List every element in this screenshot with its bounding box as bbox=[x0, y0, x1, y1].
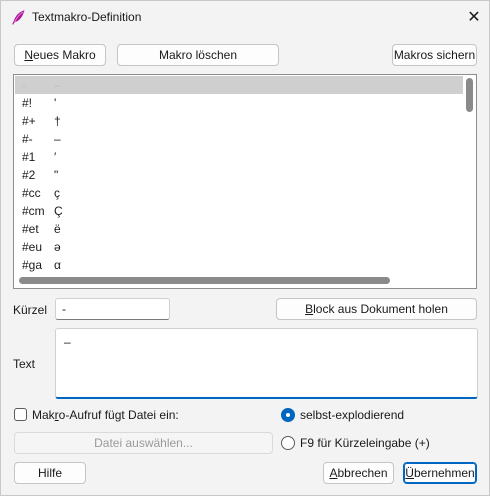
f9-shortcut-label[interactable]: F9 für Kürzeleingabe (+) bbox=[300, 436, 430, 450]
resize-grip-icon bbox=[461, 271, 472, 282]
list-item[interactable]: #+ † bbox=[15, 112, 463, 130]
include-file-label[interactable]: Makro-Aufruf fügt Datei ein: bbox=[32, 408, 179, 422]
title-bar: Textmakro-Definition ✕ bbox=[1, 1, 489, 33]
choose-file-label: Datei auswählen... bbox=[94, 436, 193, 450]
apply-button[interactable]: Übernehmen bbox=[403, 462, 477, 484]
delete-macro-label: Makro löschen bbox=[158, 48, 238, 62]
list-item[interactable]: #! ' bbox=[15, 94, 463, 112]
self-exploding-radio[interactable] bbox=[281, 408, 295, 422]
list-item[interactable]: #cm Ç bbox=[15, 202, 463, 220]
list-item[interactable]: #cc ç bbox=[15, 184, 463, 202]
save-macros-label: Makros sichern bbox=[393, 48, 476, 62]
close-icon: ✕ bbox=[467, 9, 481, 26]
macro-list[interactable]: - – #! ' #+ † #- – #1 ′ #2 " #cc ç #cm Ç bbox=[13, 74, 477, 289]
list-item[interactable]: #ga α bbox=[15, 256, 463, 274]
list-item[interactable]: - – bbox=[15, 76, 463, 94]
help-label: Hilfe bbox=[37, 466, 62, 480]
block-from-document-button[interactable]: Block aus Dokument holen bbox=[276, 298, 477, 320]
cancel-label: Abbrechen bbox=[329, 466, 388, 480]
list-item[interactable]: #et ë bbox=[15, 220, 463, 238]
horizontal-scrollbar-thumb[interactable] bbox=[19, 277, 390, 284]
horizontal-scrollbar[interactable] bbox=[15, 275, 463, 287]
choose-file-button[interactable]: Datei auswählen... bbox=[14, 432, 273, 454]
include-file-checkbox[interactable] bbox=[14, 408, 27, 421]
shortcut-label: Kürzel bbox=[13, 303, 48, 317]
close-button[interactable]: ✕ bbox=[459, 1, 489, 33]
list-item[interactable]: #eu ə bbox=[15, 238, 463, 256]
quill-feather-icon bbox=[12, 10, 25, 25]
f9-shortcut-radio[interactable] bbox=[281, 436, 295, 450]
apply-label: Übernehmen bbox=[405, 466, 475, 480]
list-item[interactable]: #1 ′ bbox=[15, 148, 463, 166]
cancel-button[interactable]: Abbrechen bbox=[323, 462, 394, 484]
list-item[interactable]: #2 " bbox=[15, 166, 463, 184]
new-macro-label: Neues Makro bbox=[24, 48, 96, 62]
window-title: Textmakro-Definition bbox=[32, 10, 142, 24]
vertical-scrollbar[interactable] bbox=[463, 76, 476, 275]
new-macro-button[interactable]: Neues Makro bbox=[14, 44, 106, 66]
shortcut-input[interactable]: - bbox=[55, 298, 170, 320]
textmakro-dialog: Textmakro-Definition ✕ Neues Makro Makro… bbox=[0, 0, 490, 496]
block-from-document-label: Block aus Dokument holen bbox=[305, 302, 448, 316]
list-item[interactable]: #- – bbox=[15, 130, 463, 148]
vertical-scrollbar-thumb[interactable] bbox=[466, 78, 473, 112]
save-macros-button[interactable]: Makros sichern bbox=[392, 44, 477, 66]
help-button[interactable]: Hilfe bbox=[14, 462, 86, 484]
macro-text-area[interactable]: – bbox=[55, 328, 478, 399]
text-label: Text bbox=[13, 357, 36, 371]
self-exploding-label[interactable]: selbst-explodierend bbox=[300, 408, 404, 422]
delete-macro-button[interactable]: Makro löschen bbox=[117, 44, 279, 66]
